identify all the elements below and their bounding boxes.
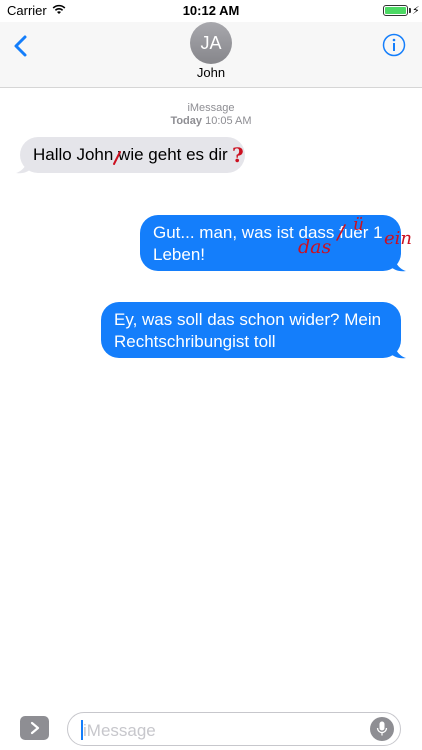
message-text-line: Ey, was soll das schon wider? Mein [114,310,382,329]
conversation-header: JA John [0,22,422,88]
message-text: Hallo John wie geht es dir [33,145,228,164]
chevron-right-icon [30,721,39,735]
status-bar: Carrier 10:12 AM ⚡ [0,0,422,22]
timestamp-day: Today [170,115,203,127]
timestamp: Today 10:05 AM [0,115,422,127]
charging-icon: ⚡ [412,5,420,17]
battery-icon [383,5,408,16]
avatar-initials: JA [200,32,222,53]
info-icon[interactable] [382,33,406,57]
message-text-line: Leben! [153,245,205,264]
chevron-left-icon[interactable] [10,34,34,58]
expand-apps-button[interactable] [20,716,49,740]
message-text-line: Rechtschribungist toll [114,332,276,351]
message-bubble-outgoing[interactable]: Ey, was soll das schon wider? Mein Recht… [101,302,401,358]
timestamp-time: 10:05 AM [205,115,252,127]
message-bubble-outgoing[interactable]: Gut... man, was ist dass fuer 1 Leben! [140,215,401,271]
service-label: iMessage [187,102,235,114]
input-bar: iMessage [0,702,422,750]
message-input-placeholder: iMessage [83,721,156,740]
message-input[interactable]: iMessage [67,712,401,746]
avatar[interactable]: JA [190,22,232,64]
message-bubble-incoming[interactable]: Hallo John wie geht es dir [20,137,245,173]
message-text-line: Gut... man, was ist dass fuer 1 [153,223,383,242]
contact-name[interactable]: John [0,65,422,80]
battery-tip [409,8,411,13]
microphone-button[interactable] [370,717,394,741]
microphone-icon [376,721,388,736]
clock: 10:12 AM [182,3,240,18]
